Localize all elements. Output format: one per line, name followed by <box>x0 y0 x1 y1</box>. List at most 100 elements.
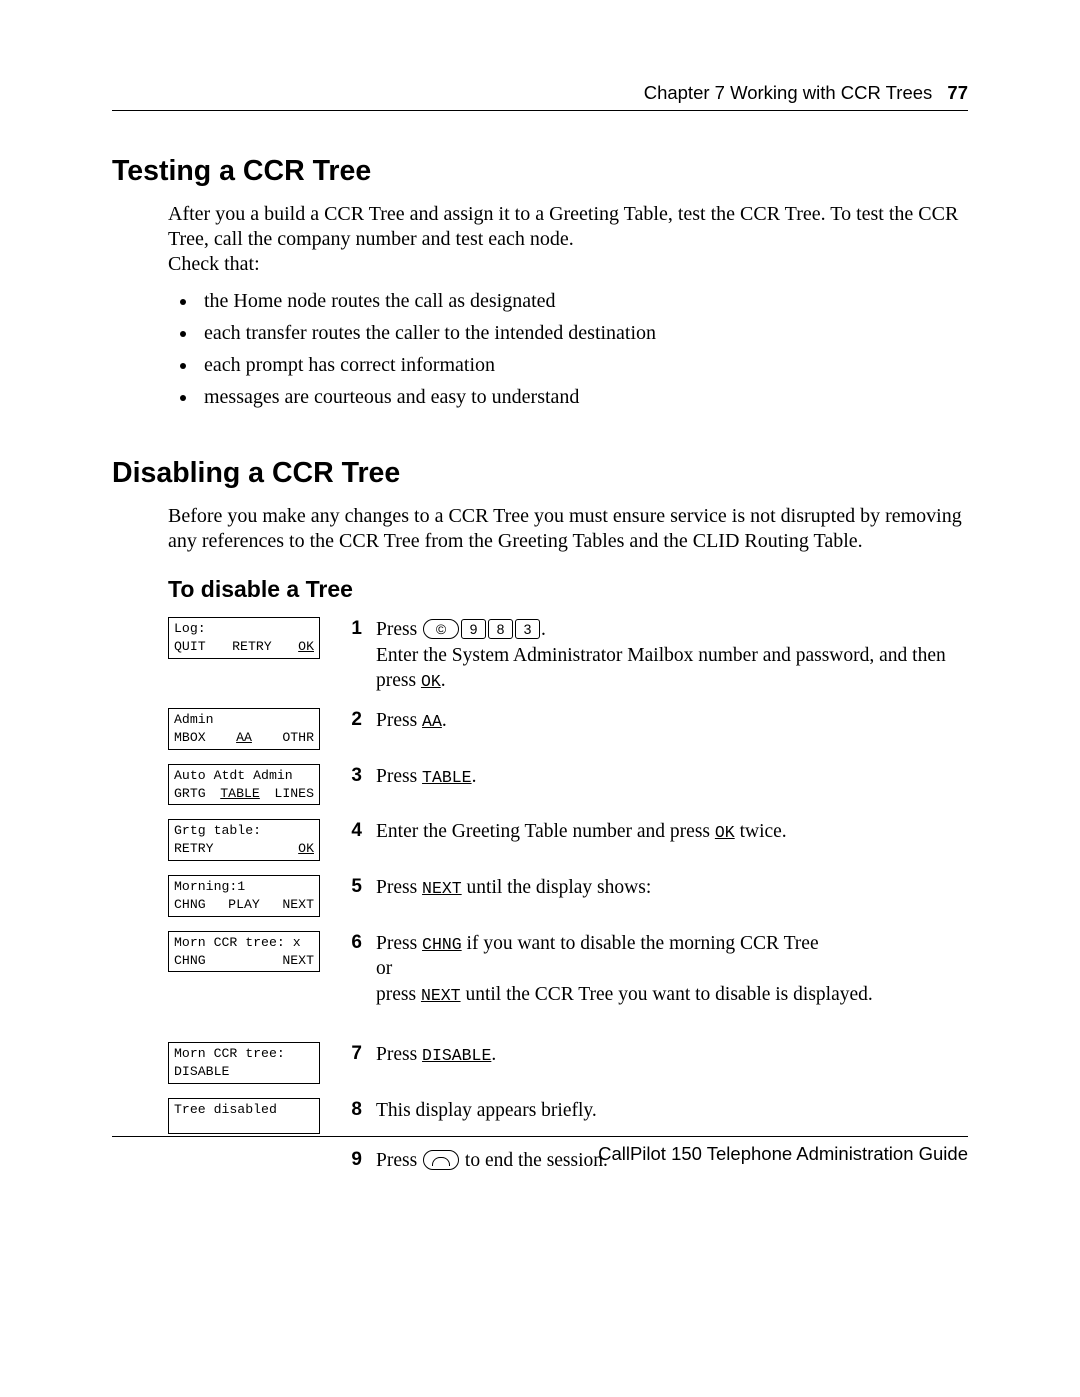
digit-key: 3 <box>515 619 540 639</box>
step-6: Morn CCR tree: x CHNG NEXT 6 Press CHNG … <box>168 931 968 1008</box>
softkey-retry: RETRY <box>232 638 272 656</box>
step-1: Log: QUIT RETRY OK 1 Press ©983. Enter t… <box>168 617 968 694</box>
lcd-8: Tree disabled <box>168 1098 320 1134</box>
softkey-disable: DISABLE <box>174 1063 229 1081</box>
lcd-line: Admin <box>174 711 314 729</box>
lcd-line: Morn CCR tree: x <box>174 934 314 952</box>
lcd-2: Admin MBOX AA OTHR <box>168 708 320 750</box>
lcd-3: Auto Atdt Admin GRTG TABLE LINES <box>168 764 320 806</box>
subsection-disable: To disable a Tree <box>168 576 968 603</box>
digit-key: 8 <box>488 619 513 639</box>
softkey-ok-ref: OK <box>715 823 735 842</box>
step-instruction: Press TABLE. <box>376 764 968 790</box>
lcd-6: Morn CCR tree: x CHNG NEXT <box>168 931 320 973</box>
lcd-softkeys: DISABLE <box>174 1063 314 1081</box>
softkey-chng: CHNG <box>174 952 206 970</box>
softkey-chng: CHNG <box>174 896 206 914</box>
section-disabling-title: Disabling a CCR Tree <box>112 457 968 490</box>
bullet-3: each prompt has correct information <box>198 349 968 381</box>
text: . <box>441 670 446 691</box>
page: Chapter 7 Working with CCR Trees 77 Test… <box>0 0 1080 1397</box>
softkey-othr: OTHR <box>282 729 314 747</box>
step-4: Grtg table: RETRY OK 4 Enter the Greetin… <box>168 819 968 861</box>
softkey-chng-ref: CHNG <box>422 935 462 954</box>
chapter-label: Chapter 7 Working with CCR Trees <box>644 82 933 103</box>
step-instruction: Press DISABLE. <box>376 1042 968 1068</box>
lcd-line: Morn CCR tree: <box>174 1045 314 1063</box>
softkey-mbox: MBOX <box>174 729 206 747</box>
running-header: Chapter 7 Working with CCR Trees 77 <box>112 82 968 111</box>
disabling-p1: Before you make any changes to a CCR Tre… <box>168 504 968 554</box>
text: if you want to disable the morning CCR T… <box>462 933 819 954</box>
step-instruction: Enter the Greeting Table number and pres… <box>376 819 968 845</box>
lcd-line: Auto Atdt Admin <box>174 767 314 785</box>
lcd-7: Morn CCR tree: DISABLE <box>168 1042 320 1084</box>
softkey-disable-ref: DISABLE <box>422 1046 491 1065</box>
step-instruction: Press CHNG if you want to disable the mo… <box>376 931 968 1008</box>
step-num: 3 <box>340 764 362 789</box>
text: press <box>376 984 421 1005</box>
lcd-4: Grtg table: RETRY OK <box>168 819 320 861</box>
softkey-table-ref: TABLE <box>422 768 472 787</box>
step-2: Admin MBOX AA OTHR 2 Press AA. <box>168 708 968 750</box>
text: Press <box>376 877 422 898</box>
text: Press <box>376 710 422 731</box>
bullet-1: the Home node routes the call as designa… <box>198 285 968 317</box>
step-num: 6 <box>340 931 362 956</box>
text: Press <box>376 766 422 787</box>
softkey-next: NEXT <box>282 952 314 970</box>
lcd-softkeys: MBOX AA OTHR <box>174 729 314 747</box>
softkey-quit: QUIT <box>174 638 206 656</box>
testing-check: Check that: <box>168 252 968 277</box>
page-number: 77 <box>947 82 968 103</box>
lcd-line: Grtg table: <box>174 822 314 840</box>
section-testing-title: Testing a CCR Tree <box>112 155 968 188</box>
page-footer: CallPilot 150 Telephone Administration G… <box>112 1136 968 1165</box>
softkey-grtg: GRTG <box>174 785 206 803</box>
text: Press <box>376 1044 422 1065</box>
softkey-aa-ref: AA <box>422 712 442 731</box>
step-instruction: Press NEXT until the display shows: <box>376 875 968 901</box>
step-num: 1 <box>340 617 362 642</box>
softkey-lines: LINES <box>274 785 314 803</box>
testing-bullets: the Home node routes the call as designa… <box>168 285 968 413</box>
softkey-table: TABLE <box>220 785 260 803</box>
lcd-softkeys: GRTG TABLE LINES <box>174 785 314 803</box>
step-num: 4 <box>340 819 362 844</box>
steps-container: Log: QUIT RETRY OK 1 Press ©983. Enter t… <box>168 617 968 1173</box>
digit-key: 9 <box>461 619 486 639</box>
lcd-softkeys: CHNG NEXT <box>174 952 314 970</box>
text: until the display shows: <box>462 877 652 898</box>
bullet-4: messages are courteous and easy to under… <box>198 381 968 413</box>
step-instruction: Press ©983. Enter the System Administrat… <box>376 617 968 694</box>
softkey-ok: OK <box>298 840 314 858</box>
step-5: Morning:1 CHNG PLAY NEXT 5 Press NEXT un… <box>168 875 968 917</box>
feature-key-icon: © <box>423 619 459 639</box>
step-8: Tree disabled 8 This display appears bri… <box>168 1098 968 1134</box>
text: until the CCR Tree you want to disable i… <box>461 984 873 1005</box>
text: Enter the Greeting Table number and pres… <box>376 821 715 842</box>
lcd-softkeys: CHNG PLAY NEXT <box>174 896 314 914</box>
softkey-next: NEXT <box>282 896 314 914</box>
softkey-aa: AA <box>236 729 252 747</box>
softkey-ok: OK <box>298 638 314 656</box>
testing-p1: After you a build a CCR Tree and assign … <box>168 202 968 252</box>
text: . <box>541 619 546 640</box>
lcd-line: Tree disabled <box>174 1101 314 1119</box>
bullet-2: each transfer routes the caller to the i… <box>198 317 968 349</box>
lcd-softkeys: QUIT RETRY OK <box>174 638 314 656</box>
lcd-line: Morning:1 <box>174 878 314 896</box>
text: Press <box>376 619 422 640</box>
text: . <box>491 1044 496 1065</box>
text: or <box>376 958 392 979</box>
text: . <box>442 710 447 731</box>
text: twice. <box>735 821 787 842</box>
text: Press <box>376 933 422 954</box>
text: . <box>472 766 477 787</box>
text: Enter the System Administrator Mailbox n… <box>376 645 946 692</box>
softkey-next-ref: NEXT <box>421 986 461 1005</box>
step-instruction: Press AA. <box>376 708 968 734</box>
softkey-next-ref: NEXT <box>422 879 462 898</box>
lcd-1: Log: QUIT RETRY OK <box>168 617 320 659</box>
softkey-ok-ref: OK <box>421 672 441 691</box>
